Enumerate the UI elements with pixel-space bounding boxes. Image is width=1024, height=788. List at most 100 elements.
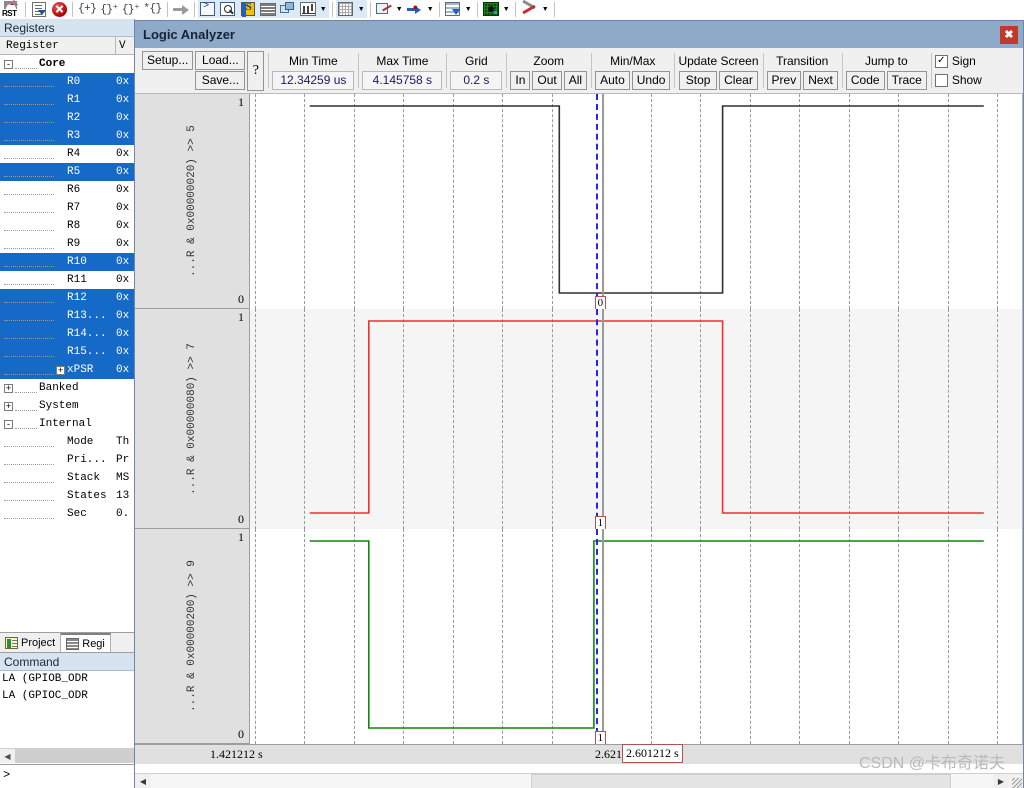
max-time-field[interactable]: 4.145758 s	[362, 70, 443, 90]
signal-info-option[interactable]: ✓ Sign	[934, 52, 982, 71]
zoom-in-button[interactable]: In	[510, 70, 531, 90]
transition-prev-button[interactable]: Prev	[766, 70, 802, 90]
register-row[interactable]: R4 0x	[0, 145, 134, 163]
cursor-marker-blue[interactable]	[595, 94, 598, 309]
cursor-marker-gray[interactable]	[601, 94, 604, 309]
minmax-auto-button[interactable]: Auto	[595, 70, 630, 90]
logic-analyzer-button[interactable]	[481, 0, 501, 18]
cursor-marker-blue[interactable]	[595, 529, 598, 744]
waveform-track[interactable]: 1 0 ...R & 0x00000020) >> 5 0	[135, 94, 1023, 309]
min-time-field[interactable]: 12.34259 us	[272, 70, 355, 90]
register-row[interactable]: Sec 0.	[0, 505, 134, 523]
jump-code-button[interactable]: Code	[845, 70, 885, 90]
waveform-tracks[interactable]: 1 0 ...R & 0x00000020) >> 5 0 1 0 ...R & 0x000…	[135, 94, 1023, 744]
register-row[interactable]: Mode Th	[0, 433, 134, 451]
transition-next-button[interactable]: Next	[803, 70, 838, 90]
step-over-button[interactable]: {}⁺	[98, 0, 120, 18]
load-button[interactable]: Load...	[195, 50, 246, 70]
register-row[interactable]: States 13	[0, 487, 134, 505]
resize-grip-icon[interactable]	[1009, 774, 1023, 788]
step-into-button[interactable]	[29, 0, 49, 18]
register-row[interactable]: - Internal	[0, 415, 134, 433]
register-row[interactable]: Pri... Pr	[0, 451, 134, 469]
trace-button[interactable]: ●	[405, 0, 425, 18]
track-plot[interactable]: 1	[250, 529, 1023, 744]
register-row[interactable]: R8 0x	[0, 217, 134, 235]
symbols-window-button[interactable]	[237, 0, 258, 18]
grid-field[interactable]: 0.2 s	[450, 70, 503, 90]
watch-windows-button[interactable]	[277, 0, 298, 18]
tab-registers[interactable]: Regi	[61, 633, 111, 652]
tree-toggle-icon[interactable]: -	[4, 59, 13, 69]
save-button[interactable]: Save...	[195, 70, 246, 90]
scrollbar-track[interactable]	[15, 749, 134, 763]
track-plot[interactable]: 0	[250, 94, 1023, 309]
register-row[interactable]: R12 0x	[0, 289, 134, 307]
register-row[interactable]: R14... 0x	[0, 325, 134, 343]
command-window-button[interactable]	[197, 0, 218, 18]
cursor-marker-gray[interactable]	[601, 309, 604, 529]
command-horizontal-scrollbar[interactable]: ◀	[0, 748, 134, 763]
register-row[interactable]: R1 0x	[0, 91, 134, 109]
call-stack-button[interactable]	[257, 0, 278, 18]
scroll-right-icon[interactable]: ▶	[993, 774, 1009, 788]
register-row[interactable]: R3 0x	[0, 127, 134, 145]
waveform-area[interactable]: 1 0 ...R & 0x00000020) >> 5 0 1 0 ...R & 0x000…	[135, 94, 1023, 788]
zoom-all-button[interactable]: All	[563, 70, 588, 90]
register-row[interactable]: R13... 0x	[0, 307, 134, 325]
cursor-marker-blue[interactable]	[595, 309, 598, 529]
signal-info-checkbox[interactable]: ✓	[934, 54, 948, 68]
waveform-track[interactable]: 1 0 ...R & 0x00000200) >> 9 1	[135, 529, 1023, 744]
step-out-button[interactable]: {}⁺	[120, 0, 142, 18]
stop-debug-button[interactable]	[49, 0, 69, 18]
logic-analyzer-titlebar[interactable]: Logic Analyzer ✖	[135, 21, 1023, 48]
register-row[interactable]: R7 0x	[0, 199, 134, 217]
tree-toggle-icon[interactable]: +	[4, 383, 13, 393]
disassembly-window-button[interactable]	[217, 0, 238, 18]
jump-trace-button[interactable]: Trace	[886, 70, 927, 90]
update-clear-button[interactable]: Clear	[719, 70, 758, 90]
close-icon[interactable]: ✖	[1000, 25, 1018, 44]
scroll-left-icon[interactable]: ◀	[0, 749, 15, 763]
tools-dropdown[interactable]	[540, 0, 551, 18]
register-row[interactable]: R11 0x	[0, 271, 134, 289]
scroll-left-icon[interactable]: ◀	[135, 774, 151, 788]
step-button[interactable]: {+}	[76, 0, 98, 18]
system-viewer-dropdown[interactable]	[463, 0, 474, 18]
register-row[interactable]: + Banked	[0, 379, 134, 397]
register-row[interactable]: R6 0x	[0, 181, 134, 199]
trace-dropdown[interactable]	[425, 0, 436, 18]
register-row[interactable]: R10 0x	[0, 253, 134, 271]
system-viewer-button[interactable]	[443, 0, 463, 18]
register-row[interactable]: R0 0x	[0, 73, 134, 91]
tree-toggle-icon[interactable]: +	[4, 401, 13, 411]
reset-button[interactable]: RST	[0, 0, 22, 18]
command-input[interactable]: >	[0, 764, 134, 788]
show-cycles-checkbox[interactable]	[934, 73, 948, 87]
serial-windows-button[interactable]	[335, 0, 356, 18]
registers-tree[interactable]: - Core R0 0x R1 0x R2 0x R3 0x R4 0x R5 0x R6 0x R7 0x R8 0…	[0, 55, 134, 523]
track-plot[interactable]: 1	[250, 309, 1023, 529]
register-row[interactable]: Stack MS	[0, 469, 134, 487]
tree-toggle-icon[interactable]: -	[4, 419, 13, 429]
scrollbar-track[interactable]	[151, 774, 993, 788]
update-stop-button[interactable]: Stop	[679, 70, 718, 90]
register-row[interactable]: + System	[0, 397, 134, 415]
waveform-track[interactable]: 1 0 ...R & 0x00000080) >> 7 1	[135, 309, 1023, 529]
show-next-statement-button[interactable]	[171, 0, 191, 18]
serial-windows-dropdown[interactable]	[355, 0, 367, 18]
tools-button[interactable]	[519, 0, 540, 18]
scrollbar-thumb[interactable]	[531, 774, 951, 788]
logic-analyzer-dropdown[interactable]	[501, 0, 512, 18]
register-row[interactable]: R15... 0x	[0, 343, 134, 361]
register-row[interactable]: - Core	[0, 55, 134, 73]
waveform-horizontal-scrollbar[interactable]: ◀ ▶	[135, 773, 1023, 788]
help-button[interactable]: ?	[247, 50, 265, 91]
show-cycles-option[interactable]: Show	[934, 71, 982, 90]
memory-windows-button[interactable]	[297, 0, 318, 18]
register-row[interactable]: + xPSR 0x	[0, 361, 134, 379]
register-row[interactable]: R2 0x	[0, 109, 134, 127]
cursor-marker-gray[interactable]	[601, 529, 604, 744]
tree-toggle-icon[interactable]: +	[56, 365, 65, 375]
run-to-cursor-button[interactable]: *{}	[141, 0, 163, 18]
